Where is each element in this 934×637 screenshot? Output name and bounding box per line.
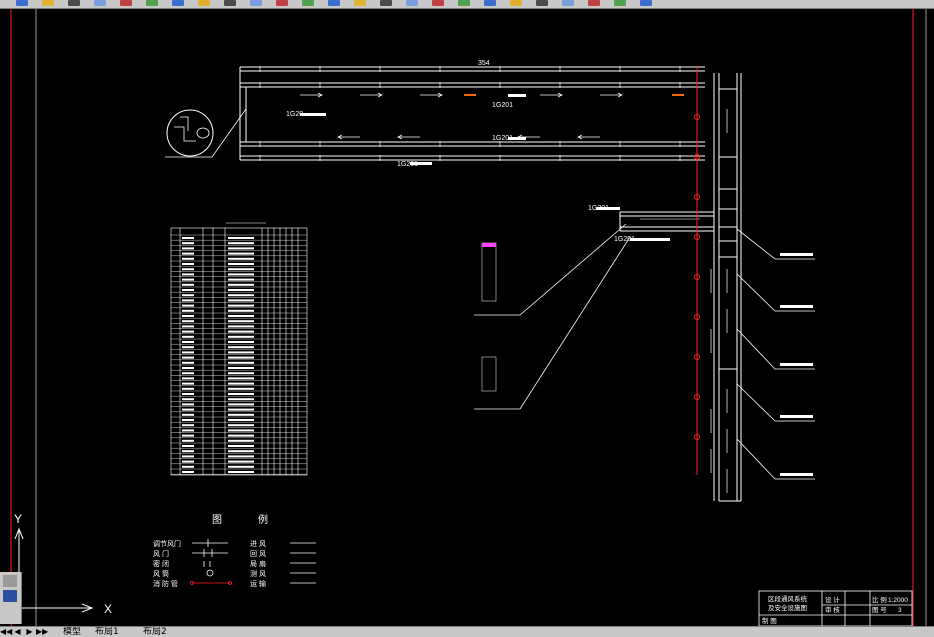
markup-icon[interactable] (536, 0, 548, 6)
zoom-window-icon[interactable] (380, 0, 392, 6)
drawing-canvas[interactable]: 354 1G201 1G201 1G201 1G20 1G201 1G201 图… (0, 9, 934, 626)
scale-value: 1:2000 (888, 597, 908, 604)
airway-label-a: 1G201 (492, 102, 513, 109)
close-icon[interactable] (3, 575, 17, 587)
quickcalc-icon[interactable] (562, 0, 574, 6)
detail-circle (166, 109, 214, 157)
draw-label: 制 图 (762, 616, 777, 625)
branch-label-top: 1G201 (588, 205, 609, 212)
legend: 图 例 调节风门 风 门 密 闭 风 筒 消 防 管 进 风 回 风 局 扇 测… (153, 513, 268, 588)
properties-icon[interactable] (432, 0, 444, 6)
legend-title-left: 图 (212, 514, 222, 526)
mid-branch (619, 211, 714, 232)
sheet-value: 3 (898, 607, 902, 614)
legend-right-4: 测 风 (250, 570, 266, 578)
title-line-1: 区段通风系统 (768, 594, 808, 603)
layer-prev-icon[interactable] (614, 0, 626, 6)
copy-icon[interactable] (198, 0, 210, 6)
equipment-table (170, 222, 308, 476)
top-dimension-text: 354 (478, 60, 490, 67)
check-label: 审 核 (825, 605, 840, 614)
right-shaft (713, 73, 742, 502)
legend-right-5: 运 输 (250, 579, 266, 588)
open-icon[interactable] (42, 0, 54, 6)
layer-icon[interactable] (588, 0, 600, 6)
zoom-realtime-icon[interactable] (354, 0, 366, 6)
left-tool-strip (0, 572, 22, 624)
paste-icon[interactable] (224, 0, 236, 6)
leader-lines (165, 108, 815, 480)
standard-toolbar (0, 0, 934, 9)
layout-tabs: ◀◀ ◀ ▶ ▶▶ 模型 布局1 布局2 (0, 626, 934, 637)
zoom-previous-icon[interactable] (406, 0, 418, 6)
legend-left-1: 调节风门 (153, 539, 181, 548)
airway-label-b: 1G201 (492, 135, 513, 142)
legend-left-4: 风 筒 (153, 569, 169, 578)
design-center-icon[interactable] (458, 0, 470, 6)
undo-icon[interactable] (276, 0, 288, 6)
leader-text-bars (300, 94, 813, 476)
airway-label-left: 1G20 (286, 111, 303, 118)
save-icon[interactable] (68, 0, 80, 6)
qnew-icon[interactable] (16, 0, 28, 6)
preview-icon[interactable] (120, 0, 132, 6)
ucs-y-label: Y (14, 512, 22, 526)
legend-right-3: 局 扇 (250, 559, 266, 568)
tool-palettes-icon[interactable] (484, 0, 496, 6)
sheet-set-icon[interactable] (510, 0, 522, 6)
design-label: 设 计 (825, 595, 840, 604)
legend-left-2: 风 门 (153, 549, 169, 558)
legend-title-right: 例 (258, 513, 268, 526)
small-list-top (481, 242, 497, 302)
scale-label: 比 例 (872, 595, 887, 604)
branch-label-mid: 1G201 (614, 236, 635, 243)
sheet-label: 图 号 (872, 606, 887, 614)
publish-icon[interactable] (146, 0, 158, 6)
small-list-bottom (481, 356, 497, 392)
match-properties-icon[interactable] (250, 0, 262, 6)
cut-icon[interactable] (172, 0, 184, 6)
ucs-x-label: X (104, 602, 112, 616)
airway-label-lower: 1G201 (397, 161, 418, 168)
legend-right-1: 进 风 (250, 540, 266, 548)
legend-left-5: 消 防 管 (153, 579, 178, 588)
pan-icon[interactable] (328, 0, 340, 6)
legend-left-3: 密 闭 (153, 559, 169, 568)
title-line-2: 及安全设施图 (768, 603, 807, 612)
palette-icon[interactable] (3, 590, 17, 602)
plot-icon[interactable] (94, 0, 106, 6)
layer-state-icon[interactable] (640, 0, 652, 6)
redo-icon[interactable] (302, 0, 314, 6)
ucs-icon (14, 527, 94, 613)
legend-right-2: 回 风 (250, 550, 266, 558)
